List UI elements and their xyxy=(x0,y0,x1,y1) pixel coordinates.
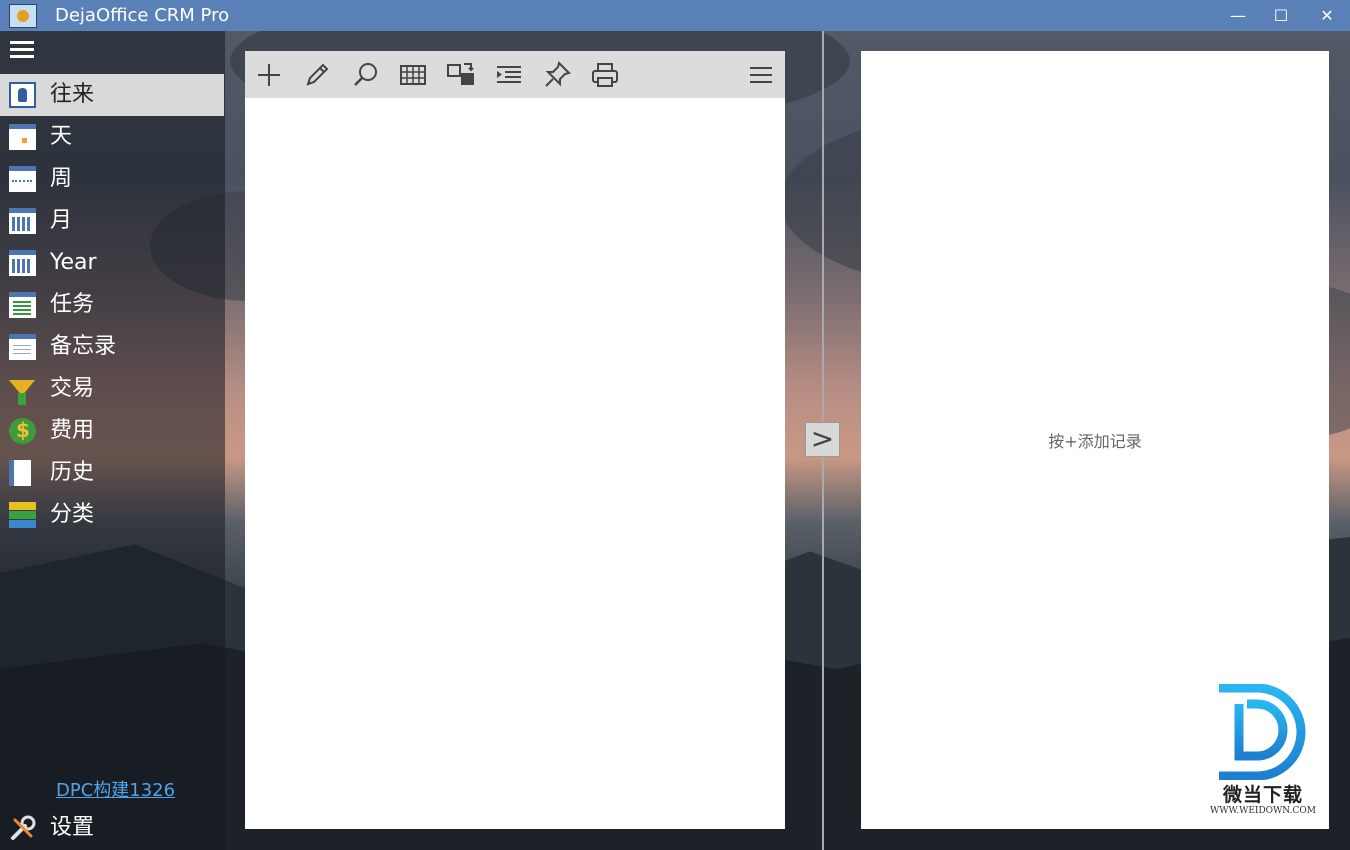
sidebar-item-label: 天 xyxy=(50,124,73,149)
settings-label: 设置 xyxy=(50,815,95,840)
sidebar-item-contacts[interactable]: 往来 xyxy=(0,74,224,116)
sidebar-item-day[interactable]: 天 xyxy=(0,116,224,158)
sidebar-item-label: 任务 xyxy=(50,292,95,317)
memo-icon xyxy=(9,334,36,360)
sidebar: 往来 天 周 月 Year 任务 备忘录 交易 $ 费用 历史 分类 DPC构建… xyxy=(0,31,225,850)
category-icon xyxy=(9,502,36,528)
add-icon[interactable] xyxy=(253,59,285,91)
menu-icon[interactable] xyxy=(745,59,777,91)
sidebar-item-label: 分类 xyxy=(50,502,95,527)
expand-panel-button[interactable]: > xyxy=(805,422,840,457)
sidebar-item-month[interactable]: 月 xyxy=(0,200,224,242)
calendar-month-icon xyxy=(9,208,36,234)
window-title: DejaOffice CRM Pro xyxy=(55,5,230,26)
sidebar-item-label: 月 xyxy=(50,208,73,233)
sidebar-item-memos[interactable]: 备忘录 xyxy=(0,326,224,368)
sidebar-item-label: Year xyxy=(50,250,97,275)
watermark-d-icon xyxy=(1219,683,1306,781)
history-book-icon xyxy=(9,460,31,486)
sidebar-item-label: 费用 xyxy=(50,418,95,443)
sidebar-item-label: 历史 xyxy=(50,460,95,485)
task-list-icon xyxy=(9,292,36,318)
maximize-button[interactable]: ☐ xyxy=(1258,0,1304,31)
sidebar-item-label: 往来 xyxy=(50,82,95,107)
watermark-url: WWW.WEIDOWN.COM xyxy=(1210,806,1316,816)
sidebar-item-label: 备忘录 xyxy=(50,334,117,359)
sidebar-item-week[interactable]: 周 xyxy=(0,158,224,200)
watermark-text: 微当下载 xyxy=(1222,784,1303,806)
build-version-link[interactable]: DPC构建1326 xyxy=(56,776,175,802)
minimize-button[interactable]: — xyxy=(1215,0,1261,31)
record-list-panel[interactable] xyxy=(245,51,785,829)
search-icon[interactable] xyxy=(349,59,381,91)
sidebar-item-year[interactable]: Year xyxy=(0,242,224,284)
sidebar-item-tasks[interactable]: 任务 xyxy=(0,284,224,326)
pin-icon[interactable] xyxy=(541,59,573,91)
sidebar-item-label: 周 xyxy=(50,166,73,191)
toolbar xyxy=(245,51,785,98)
wrench-icon xyxy=(11,815,36,840)
sidebar-item-categories[interactable]: 分类 xyxy=(0,494,224,536)
contact-card-icon xyxy=(9,82,36,108)
hamburger-menu-icon[interactable] xyxy=(10,41,34,61)
sidebar-item-history[interactable]: 历史 xyxy=(0,452,224,494)
funnel-icon xyxy=(9,380,35,405)
sidebar-item-label: 交易 xyxy=(50,376,95,401)
close-button[interactable]: ✕ xyxy=(1304,0,1350,31)
sidebar-nav: 往来 天 周 月 Year 任务 备忘录 交易 $ 费用 历史 分类 xyxy=(0,74,224,536)
sidebar-item-expenses[interactable]: 费用 xyxy=(0,410,224,452)
sidebar-item-deals[interactable]: 交易 xyxy=(0,368,224,410)
money-icon xyxy=(9,418,36,444)
indent-icon[interactable] xyxy=(493,59,525,91)
app-logo-icon xyxy=(9,4,37,28)
settings-button[interactable]: 设置 xyxy=(0,811,224,847)
title-bar: DejaOffice CRM Pro — ☐ ✕ xyxy=(0,0,1350,31)
empty-hint-text: 按+添加记录 xyxy=(1048,432,1142,451)
print-icon[interactable] xyxy=(589,59,621,91)
calendar-week-icon xyxy=(9,166,36,192)
calendar-day-icon xyxy=(9,124,36,150)
watermark-logo: 微当下载 WWW.WEIDOWN.COM xyxy=(1205,683,1321,824)
edit-icon[interactable] xyxy=(301,59,333,91)
calendar-year-icon xyxy=(9,250,36,276)
grid-view-icon[interactable] xyxy=(397,59,429,91)
sync-icon[interactable] xyxy=(445,59,477,91)
